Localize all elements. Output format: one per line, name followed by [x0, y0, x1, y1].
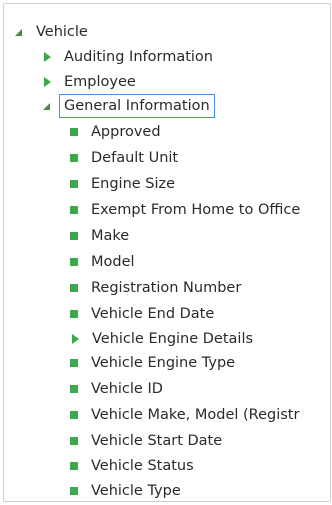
field-leaf-icon [70, 284, 78, 292]
field-leaf-icon [70, 310, 78, 318]
field-leaf-icon [70, 437, 78, 445]
field-leaf-icon [70, 154, 78, 162]
tree-leaf-label: Default Unit [91, 150, 179, 166]
tree-leaf-vehicle-id[interactable]: Vehicle ID [70, 377, 163, 401]
field-leaf-icon [70, 206, 78, 214]
tree-leaf-label: Vehicle Engine Type [91, 355, 236, 371]
expand-arrow-icon[interactable] [42, 77, 51, 87]
tree-leaf-label: Registration Number [91, 280, 242, 296]
tree-leaf-engine-size[interactable]: Engine Size [70, 172, 175, 196]
tree-leaf-label: Vehicle Make, Model (Registr [91, 407, 300, 423]
tree-leaf-label: Vehicle ID [91, 381, 163, 397]
tree-node-label-selected: General Information [59, 94, 215, 118]
tree-node-label: Auditing Information [64, 49, 213, 65]
field-leaf-icon [70, 232, 78, 240]
tree-node-employee[interactable]: Employee [42, 70, 136, 94]
field-leaf-icon [70, 258, 78, 266]
tree-leaf-vehicle-end-date[interactable]: Vehicle End Date [70, 302, 214, 326]
expand-arrow-icon[interactable] [70, 334, 79, 344]
field-leaf-icon [70, 359, 78, 367]
tree-node-general-information[interactable]: General Information [42, 94, 215, 118]
tree-leaf-make[interactable]: Make [70, 224, 129, 248]
tree-node-label: Vehicle Engine Details [92, 331, 254, 347]
tree-node-label: Vehicle [36, 24, 88, 40]
tree-leaf-label: Vehicle End Date [91, 306, 215, 322]
tree-leaf-vehicle-type[interactable]: Vehicle Type [70, 479, 181, 501]
tree-leaf-label: Approved [91, 124, 161, 140]
field-leaf-icon [70, 462, 78, 470]
expand-arrow-icon[interactable] [42, 52, 51, 62]
tree-leaf-registration-number[interactable]: Registration Number [70, 276, 241, 300]
field-leaf-icon [70, 180, 78, 188]
field-leaf-icon [70, 411, 78, 419]
tree-leaf-label: Make [91, 228, 130, 244]
tree-node-vehicle-engine-details[interactable]: Vehicle Engine Details [70, 327, 253, 351]
tree-node-auditing-information[interactable]: Auditing Information [42, 45, 213, 69]
tree-leaf-label: Model [91, 254, 135, 270]
tree-leaf-label: Vehicle Status [91, 458, 194, 474]
field-leaf-icon [70, 487, 78, 495]
tree-leaf-vehicle-start-date[interactable]: Vehicle Start Date [70, 429, 222, 453]
field-leaf-icon [70, 385, 78, 393]
tree-leaf-model[interactable]: Model [70, 250, 135, 274]
tree-leaf-label: Engine Size [91, 176, 176, 192]
tree-leaf-vehicle-make-model[interactable]: Vehicle Make, Model (Registr [70, 403, 299, 427]
field-leaf-icon [70, 128, 78, 136]
tree-node-label: Employee [64, 74, 136, 90]
tree-leaf-approved[interactable]: Approved [70, 120, 161, 144]
tree-leaf-label: Vehicle Type [91, 483, 181, 499]
field-tree-panel: Vehicle Auditing Information Employee Ge… [3, 3, 331, 502]
tree-leaf-vehicle-engine-type[interactable]: Vehicle Engine Type [70, 351, 235, 375]
tree-leaf-default-unit[interactable]: Default Unit [70, 146, 178, 170]
tree-leaf-vehicle-status[interactable]: Vehicle Status [70, 454, 194, 478]
tree-leaf-label: Vehicle Start Date [91, 433, 223, 449]
tree-leaf-exempt-from-home-to-office[interactable]: Exempt From Home to Office [70, 198, 300, 222]
collapse-arrow-icon[interactable] [14, 27, 23, 37]
tree-node-vehicle[interactable]: Vehicle [14, 20, 88, 44]
collapse-arrow-icon[interactable] [42, 101, 51, 111]
tree-leaf-label: Exempt From Home to Office [91, 202, 301, 218]
